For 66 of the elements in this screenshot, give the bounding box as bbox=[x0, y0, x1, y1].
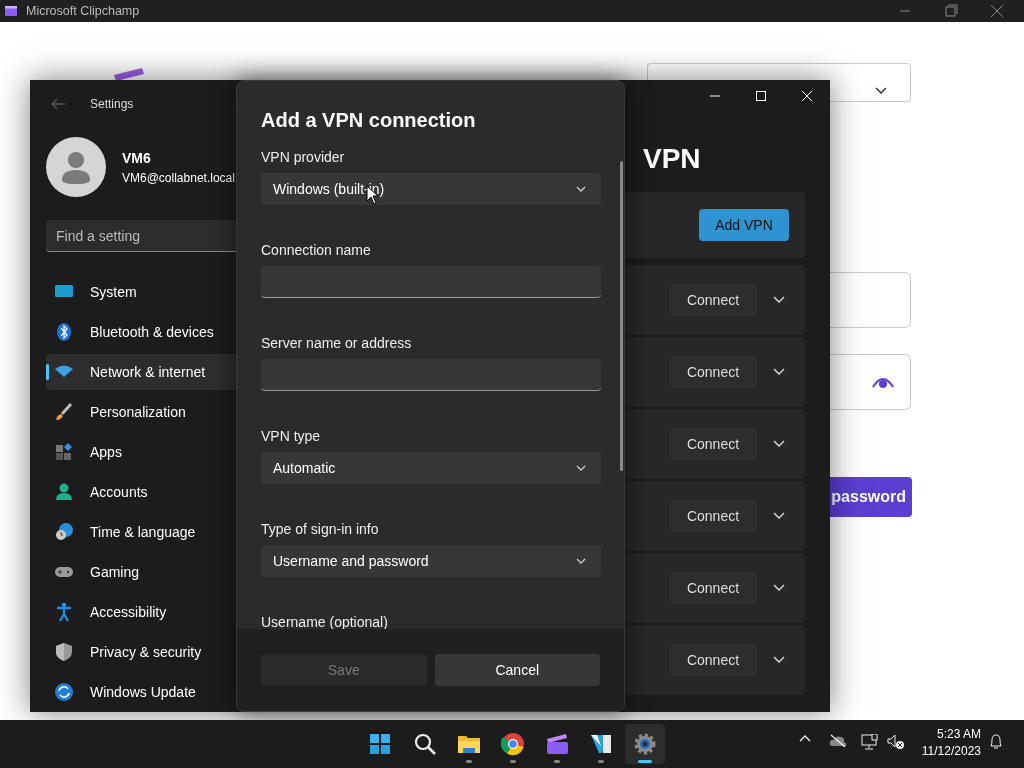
dialog-title: Add a VPN connection bbox=[261, 108, 477, 133]
window-title: Microsoft Clipchamp bbox=[26, 2, 140, 20]
film-editor-icon bbox=[589, 732, 613, 756]
apps-icon bbox=[54, 442, 74, 462]
field-label: VPN provider bbox=[261, 148, 346, 167]
field-label: Username (optional) bbox=[261, 613, 389, 632]
speaker-muted-icon[interactable] bbox=[887, 734, 905, 750]
clock-date[interactable]: 11/12/2023 bbox=[917, 743, 981, 760]
user-email: VM6@collabnet.local bbox=[122, 169, 235, 187]
eye-icon bbox=[872, 375, 894, 389]
shield-icon bbox=[54, 642, 74, 662]
password-button[interactable]: password bbox=[830, 477, 912, 517]
chevron-down-icon bbox=[575, 557, 587, 565]
cloud-off-icon[interactable] bbox=[829, 734, 847, 748]
nav-item[interactable]: Accessibility bbox=[46, 594, 246, 630]
field-label: Connection name bbox=[261, 241, 372, 260]
dropdown[interactable]: Automatic bbox=[261, 452, 601, 484]
accessibility-icon bbox=[54, 602, 74, 622]
nav-item[interactable]: Privacy & security bbox=[46, 634, 246, 670]
clapperboard-icon bbox=[545, 732, 569, 756]
field-label: Server name or address bbox=[261, 334, 413, 353]
nav-item[interactable]: Gaming bbox=[46, 554, 246, 590]
browser-icon bbox=[501, 732, 525, 756]
close-icon[interactable] bbox=[802, 91, 812, 101]
chevron-down-icon[interactable] bbox=[773, 296, 785, 304]
bluetooth-icon bbox=[54, 322, 74, 342]
connect-button[interactable]: Connect bbox=[669, 572, 757, 604]
avatar-icon bbox=[46, 137, 106, 197]
field-label: VPN type bbox=[261, 427, 322, 446]
window-title: Settings bbox=[90, 96, 134, 113]
clock-time[interactable]: 5:23 AM bbox=[917, 726, 981, 743]
scrollbar[interactable] bbox=[620, 161, 623, 471]
globe-clock-icon bbox=[54, 522, 74, 542]
user-name: VM6 bbox=[122, 148, 152, 168]
connect-button[interactable]: Connect bbox=[669, 500, 757, 532]
windows-logo-icon bbox=[368, 732, 392, 756]
chevron-down-icon bbox=[575, 464, 587, 472]
add-vpn-button[interactable]: Add VPN bbox=[699, 209, 789, 241]
person-icon bbox=[54, 482, 74, 502]
field-label: Type of sign-in info bbox=[261, 520, 380, 539]
page-title: VPN bbox=[643, 142, 701, 176]
paintbrush-icon bbox=[54, 402, 74, 422]
chevron-down-icon[interactable] bbox=[773, 440, 785, 448]
maximize-icon[interactable] bbox=[756, 91, 766, 101]
connect-button[interactable]: Connect bbox=[669, 284, 757, 316]
chevron-down-icon[interactable] bbox=[773, 656, 785, 664]
gear-button[interactable] bbox=[625, 724, 665, 764]
connect-button[interactable]: Connect bbox=[669, 428, 757, 460]
chevron-down-icon[interactable] bbox=[773, 368, 785, 376]
refresh-icon bbox=[54, 682, 74, 702]
app-icon bbox=[4, 5, 18, 17]
monitor-network-icon[interactable] bbox=[861, 734, 879, 750]
gear-icon bbox=[633, 732, 657, 756]
chevron-up-icon[interactable] bbox=[799, 734, 811, 742]
input-field[interactable] bbox=[261, 266, 601, 298]
connect-button[interactable]: Connect bbox=[669, 644, 757, 676]
cancel-button[interactable]: Cancel bbox=[434, 654, 600, 686]
bell-icon[interactable] bbox=[989, 734, 1003, 750]
connect-button[interactable]: Connect bbox=[669, 356, 757, 388]
nav-item[interactable]: Windows Update bbox=[46, 674, 246, 710]
search-icon bbox=[413, 732, 437, 756]
input-field[interactable] bbox=[261, 359, 601, 391]
chevron-down-icon[interactable] bbox=[773, 584, 785, 592]
dropdown[interactable]: Username and password bbox=[261, 545, 601, 577]
chevron-down-icon bbox=[875, 87, 887, 95]
chevron-down-icon[interactable] bbox=[773, 512, 785, 520]
